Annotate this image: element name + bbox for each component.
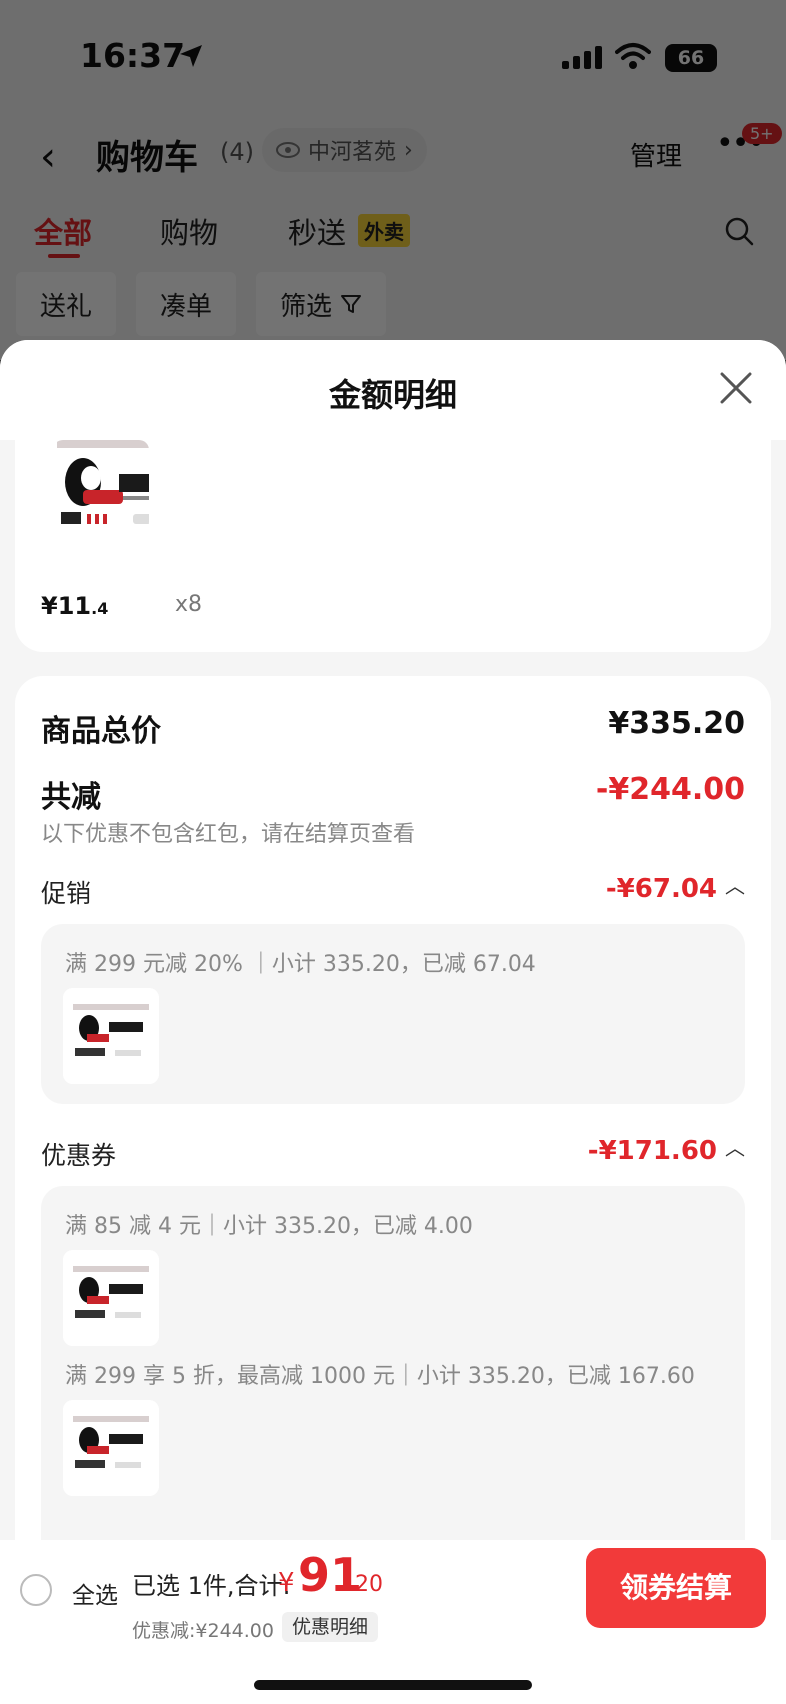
select-all-label[interactable]: 全选 <box>72 1576 118 1610</box>
total-discount-value: -¥244.00 <box>595 772 745 807</box>
coupon-value: -¥171.60 <box>587 1136 717 1166</box>
filter-bundle[interactable]: 凑单 <box>136 272 237 336</box>
chevron-right-icon: › <box>404 137 413 163</box>
coupon-detail-box: 满 85 减 4 元｜小计 335.20，已减 4.00 满 299 享 5 折… <box>41 1186 745 1586</box>
notification-badge: 5+ <box>742 123 782 144</box>
total-price-value: ¥335.20 <box>608 706 745 741</box>
checkout-button[interactable]: 领券结算 <box>586 1548 766 1628</box>
search-icon[interactable] <box>724 216 754 250</box>
saved-amount: 优惠减:¥244.00 <box>132 1620 274 1642</box>
location-arrow-icon <box>178 43 204 73</box>
battery-indicator: 66 <box>665 44 717 72</box>
signal-icon <box>562 46 602 69</box>
page-title: 购物车 <box>96 138 198 178</box>
item-unit-price: ¥11.4 <box>41 592 108 620</box>
select-all-checkbox[interactable] <box>20 1574 52 1606</box>
wifi-icon <box>615 42 651 74</box>
sheet-title: 金额明细 <box>328 376 457 414</box>
item-card: ¥11.4 x8 <box>15 440 771 652</box>
store-selector[interactable]: 中河茗苑 › <box>262 128 427 172</box>
tab-underline <box>48 254 80 258</box>
takeout-tag: 外卖 <box>358 214 410 247</box>
promo-label: 促销 <box>41 879 92 908</box>
filter-funnel-icon <box>341 295 362 313</box>
home-indicator <box>254 1680 532 1690</box>
checkout-bar: 全选 已选 1件,合计: ¥ 91 .20 优惠减:¥244.00 优惠明细 领… <box>0 1540 786 1704</box>
promo-value: -¥67.04 <box>605 874 717 904</box>
total-price-label: 商品总价 <box>41 714 161 749</box>
filter-chips: 送礼 凑单 筛选 <box>0 272 786 336</box>
selected-summary: 已选 1件,合计: <box>132 1572 291 1600</box>
cart-count: (4) <box>220 138 254 166</box>
total-amount-decimal: .20 <box>348 1572 383 1597</box>
promo-detail-box: 满 299 元减 20% ｜小计 335.20，已减 67.04 <box>41 924 745 1104</box>
item-price-main: ¥11 <box>41 592 92 620</box>
discount-detail-button[interactable]: 优惠明细 <box>282 1612 379 1642</box>
manage-button[interactable]: 管理 <box>630 136 682 173</box>
promo-rule: 满 299 元减 20% ｜小计 335.20，已减 67.04 <box>65 952 536 977</box>
cart-nav-bar: ‹ 购物车 (4) 中河茗苑 › 管理 ••• 5+ <box>0 120 786 190</box>
chevron-up-icon: ︿ <box>725 1136 745 1160</box>
coupon-toggle[interactable]: -¥171.60 ︿ <box>588 1136 745 1166</box>
filter-button[interactable]: 筛选 <box>256 272 387 336</box>
status-time: 16:37 <box>80 36 186 75</box>
filter-gift[interactable]: 送礼 <box>16 272 117 336</box>
cart-page-background: 16:37 66 ‹ 购物车 (4) 中河茗苑 › 管理 ••• 5+ 全部 购… <box>0 0 786 360</box>
product-thumbnail <box>53 440 149 532</box>
price-detail-sheet: ¥11.4 x8 商品总价 ¥335.20 共减 -¥244.00 以下优惠不包… <box>0 340 786 1704</box>
tab-all[interactable]: 全部 <box>34 210 92 252</box>
tab-shopping[interactable]: 购物 <box>160 210 218 252</box>
coupon-rule: 满 85 减 4 元｜小计 335.20，已减 4.00 <box>65 1214 473 1239</box>
discount-note: 以下优惠不包含红包，请在结算页查看 <box>41 822 416 847</box>
coupon-label: 优惠券 <box>41 1141 117 1170</box>
status-bar: 16:37 66 <box>0 0 786 110</box>
back-icon[interactable]: ‹ <box>40 134 56 180</box>
filter-label: 筛选 <box>280 291 333 322</box>
close-icon[interactable] <box>718 370 754 410</box>
cart-tabs: 全部 购物 秒送 外卖 <box>0 210 786 270</box>
sheet-header: 金额明细 <box>0 340 786 440</box>
total-currency-symbol: ¥ <box>278 1568 295 1598</box>
eye-icon <box>276 142 300 158</box>
coupon-rule: 满 299 享 5 折，最高减 1000 元｜小计 335.20，已减 167.… <box>65 1364 695 1389</box>
total-discount-label: 共减 <box>41 780 101 815</box>
store-name: 中河茗苑 <box>308 140 397 165</box>
product-thumbnail <box>63 1250 159 1346</box>
item-price-decimal: .4 <box>91 599 109 618</box>
tab-express[interactable]: 秒送 <box>288 210 346 252</box>
promo-toggle[interactable]: -¥67.04 ︿ <box>606 874 745 904</box>
chevron-up-icon: ︿ <box>725 874 745 898</box>
item-quantity: x8 <box>175 592 203 617</box>
product-thumbnail <box>63 1400 159 1496</box>
product-thumbnail <box>63 988 159 1084</box>
